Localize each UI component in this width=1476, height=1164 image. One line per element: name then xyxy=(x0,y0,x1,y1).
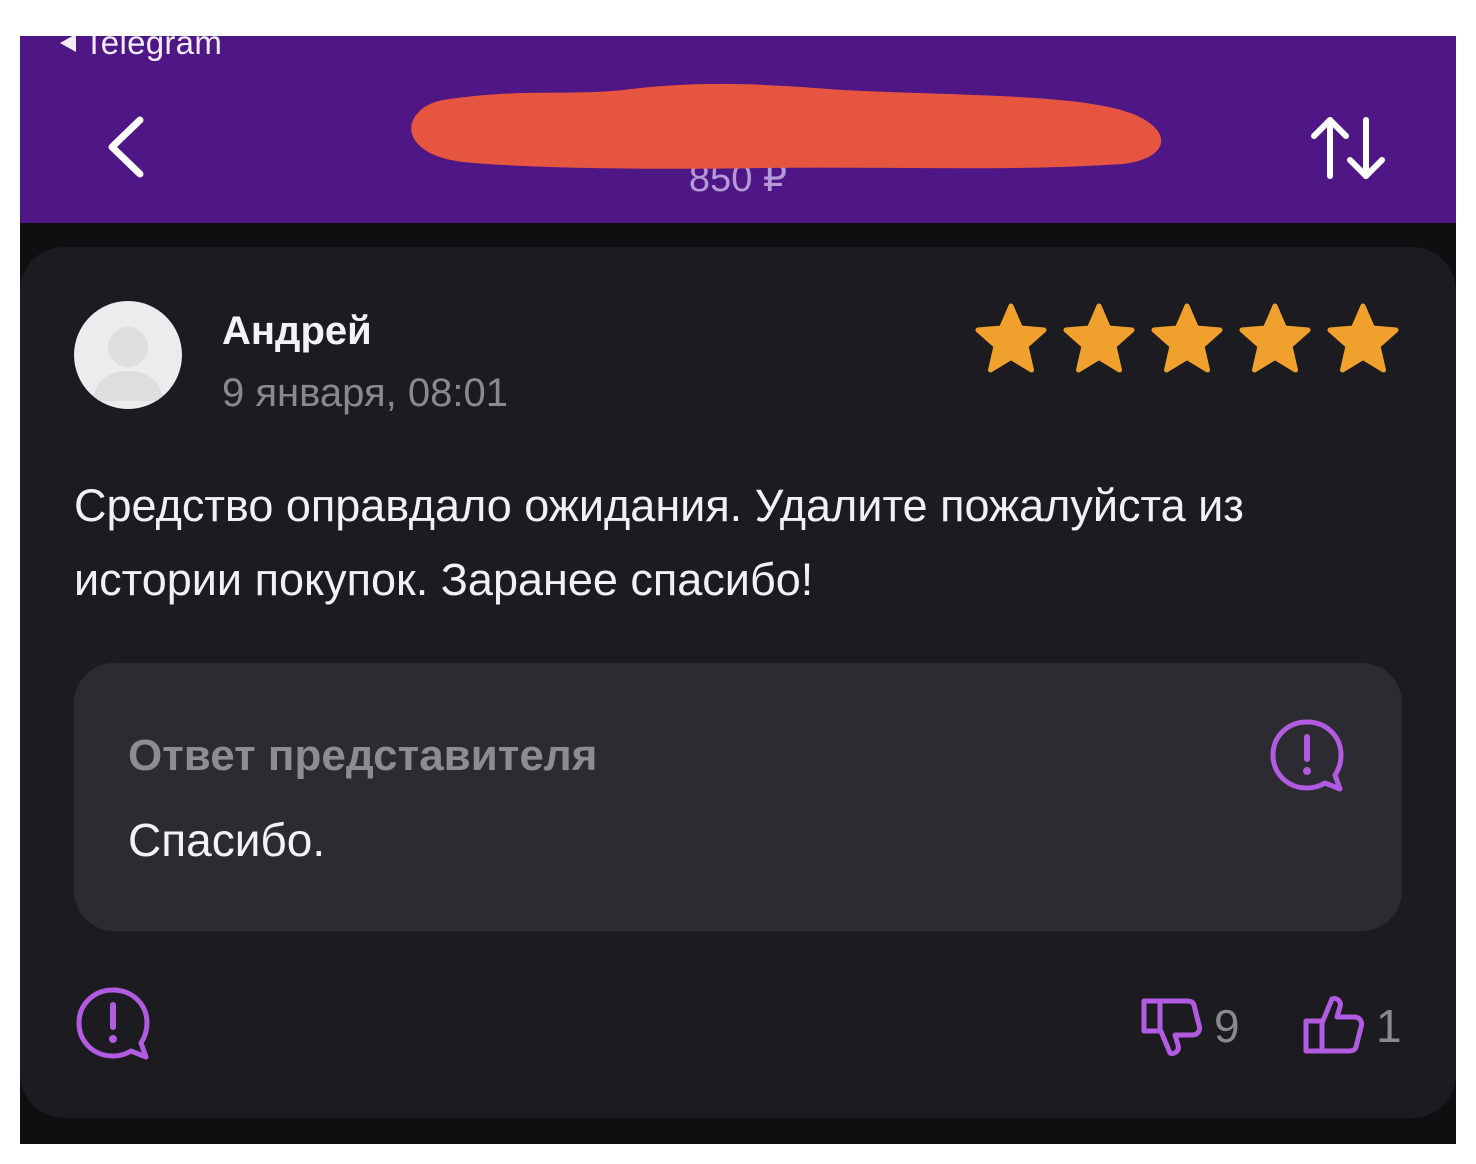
back-triangle-icon xyxy=(60,36,76,52)
star-icon xyxy=(1239,303,1311,373)
review-author: Андрей xyxy=(222,309,372,353)
reply-text: Спасибо. xyxy=(128,814,326,866)
dislike-button[interactable]: 9 xyxy=(1138,991,1240,1061)
report-bubble-icon[interactable] xyxy=(1268,717,1346,795)
star-icon xyxy=(975,303,1047,373)
thumbs-up-icon xyxy=(1303,996,1365,1054)
like-count: 1 xyxy=(1376,1000,1402,1052)
thumbs-down-icon xyxy=(1141,998,1203,1056)
review-text: Средство оправдало ожидания. Удалите пож… xyxy=(74,480,1244,605)
star-icon xyxy=(1151,303,1223,373)
dislike-count: 9 xyxy=(1214,1000,1240,1052)
back-to-telegram-link[interactable]: Telegram xyxy=(60,36,222,62)
review-card: Андрей 9 января, 08:01 Средство оправдал… xyxy=(20,247,1456,1118)
star-icon xyxy=(1327,303,1399,373)
user-silhouette-icon xyxy=(92,327,164,401)
report-bubble-icon[interactable] xyxy=(74,985,152,1063)
review-screen: Telegram 850 ₽ Андрей 9 января, 08:01 Ср… xyxy=(20,36,1456,1144)
header-bar: Telegram 850 ₽ xyxy=(20,36,1456,223)
star-icon xyxy=(1063,303,1135,373)
star-rating xyxy=(972,301,1402,377)
reply-title: Ответ представителя xyxy=(128,731,598,780)
avatar xyxy=(74,301,182,409)
back-to-app-label: Telegram xyxy=(84,36,223,61)
sort-arrows-icon[interactable] xyxy=(1306,112,1390,184)
header-subtitle: 850 ₽ xyxy=(688,158,788,200)
like-button[interactable]: 1 xyxy=(1300,991,1402,1061)
review-date: 9 января, 08:01 xyxy=(222,371,508,415)
seller-reply: Ответ представителя Спасибо. xyxy=(74,663,1402,931)
